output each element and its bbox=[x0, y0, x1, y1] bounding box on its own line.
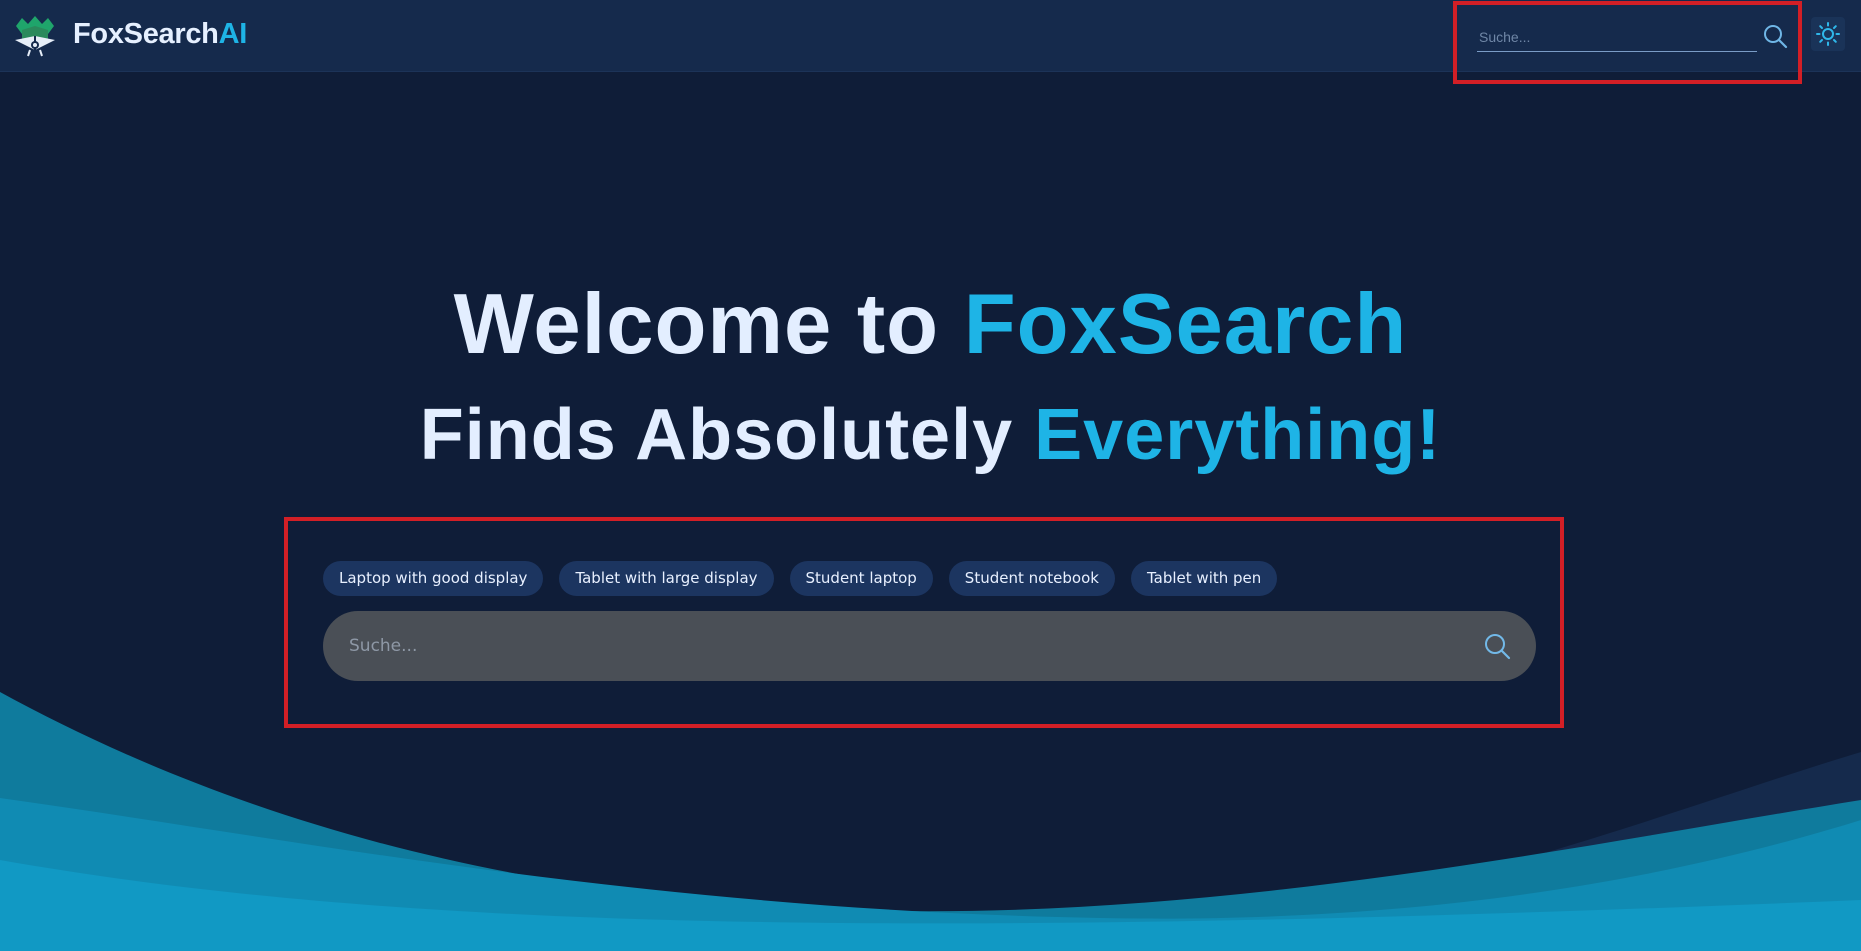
hero-subtitle: Finds Absolutely Everything! bbox=[0, 395, 1861, 475]
hero-title-main: Welcome to bbox=[453, 277, 964, 372]
theme-toggle-button[interactable] bbox=[1811, 17, 1845, 51]
suggestion-chip[interactable]: Laptop with good display bbox=[323, 561, 544, 596]
hero-title-accent: FoxSearch bbox=[963, 277, 1408, 372]
suggestion-chip[interactable]: Tablet with pen bbox=[1130, 561, 1278, 596]
wave-background bbox=[0, 692, 1861, 951]
main-search-input[interactable] bbox=[347, 611, 1447, 681]
brand-suffix: AI bbox=[218, 18, 248, 50]
sun-icon bbox=[1816, 22, 1840, 46]
brand-logo-text[interactable]: FoxSearchAI bbox=[73, 16, 247, 52]
suggestion-chip[interactable]: Student laptop bbox=[789, 561, 933, 596]
top-navbar: FoxSearchAI bbox=[0, 0, 1861, 84]
hero-subtitle-main: Finds Absolutely bbox=[419, 395, 1035, 475]
search-icon[interactable] bbox=[1483, 632, 1511, 660]
fox-book-icon[interactable] bbox=[12, 12, 58, 58]
brand-name: FoxSearch bbox=[73, 18, 219, 50]
hero-title: Welcome to FoxSearch bbox=[0, 275, 1861, 375]
main-search-bar bbox=[323, 611, 1536, 681]
search-icon[interactable] bbox=[1762, 23, 1788, 49]
header-search-input[interactable] bbox=[1477, 22, 1757, 52]
suggestion-chips: Laptop with good display Tablet with lar… bbox=[323, 561, 1278, 596]
suggestion-chip[interactable]: Student notebook bbox=[948, 561, 1115, 596]
hero-subtitle-accent: Everything! bbox=[1034, 395, 1442, 475]
suggestion-chip[interactable]: Tablet with large display bbox=[559, 561, 774, 596]
